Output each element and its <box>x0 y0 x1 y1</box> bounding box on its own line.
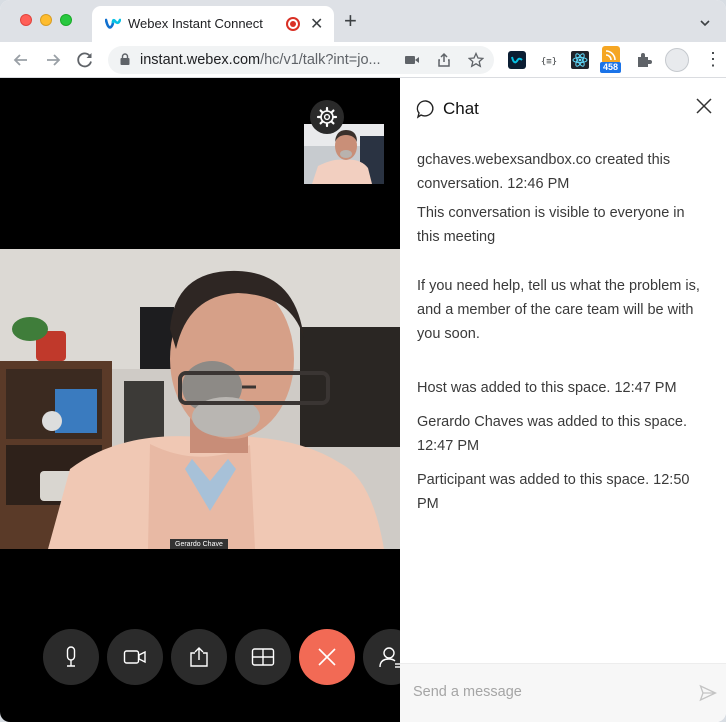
webex-logo-icon <box>105 18 121 29</box>
camera-in-use-icon[interactable] <box>404 52 420 68</box>
chat-message: This conversation is visible to everyone… <box>417 205 685 245</box>
minimize-window-button[interactable] <box>40 14 52 26</box>
close-chat-icon[interactable] <box>695 97 713 115</box>
gear-icon <box>316 106 338 128</box>
chat-bubble-icon <box>416 100 434 119</box>
profile-avatar[interactable] <box>665 48 689 72</box>
url-text: instant.webex.com/hc/v1/talk?int=jo... <box>140 52 381 68</box>
chat-message: Gerardo Chaves was added to this space. … <box>417 414 688 454</box>
mute-button[interactable] <box>43 629 99 685</box>
lock-icon <box>120 53 130 65</box>
extension-react-icon[interactable] <box>571 51 589 69</box>
browser-window: Webex Instant Connect ✕ + instant.webex.… <box>0 0 726 722</box>
new-tab-button[interactable]: + <box>344 10 357 32</box>
tab-search-chevron-icon[interactable] <box>698 16 712 30</box>
browser-menu-icon[interactable]: ⋮ <box>704 50 722 68</box>
video-toggle-button[interactable] <box>107 629 163 685</box>
bookmark-star-icon[interactable] <box>468 52 484 68</box>
back-arrow-icon[interactable] <box>10 49 32 71</box>
video-area: Gerardo Chave <box>0 78 419 722</box>
tab-close-icon[interactable]: ✕ <box>310 14 323 34</box>
layout-button[interactable] <box>235 629 291 685</box>
share-icon[interactable] <box>436 52 452 68</box>
browser-toolbar: instant.webex.com/hc/v1/talk?int=jo... {… <box>0 42 726 78</box>
share-screen-icon <box>190 647 208 667</box>
close-window-button[interactable] <box>20 14 32 26</box>
url-host: instant.webex.com <box>140 52 261 68</box>
maximize-window-button[interactable] <box>60 14 72 26</box>
close-icon <box>318 648 336 666</box>
layout-grid-icon <box>251 648 275 666</box>
end-call-button[interactable] <box>299 629 355 685</box>
extension-json-icon[interactable]: {≡} <box>540 51 558 69</box>
chat-message: Host was added to this space. 12:47 PM <box>417 380 677 396</box>
participant-name-tag: Gerardo Chave <box>170 539 228 549</box>
address-bar[interactable]: instant.webex.com/hc/v1/talk?int=jo... <box>108 46 494 74</box>
chat-message: If you need help, tell us what the probl… <box>417 278 700 342</box>
extensions-puzzle-icon[interactable] <box>635 51 653 69</box>
send-icon[interactable] <box>699 684 717 702</box>
forward-arrow-icon[interactable] <box>42 49 64 71</box>
extension-badge-count: 458 <box>600 62 622 73</box>
svg-text:{≡}: {≡} <box>541 57 557 67</box>
remote-video-frame <box>0 249 400 549</box>
recording-indicator-icon <box>286 17 300 31</box>
chat-message: gchaves.webexsandbox.co created this con… <box>417 152 671 192</box>
tab-webex[interactable]: Webex Instant Connect ✕ <box>92 6 334 42</box>
remote-video: Gerardo Chave <box>0 249 400 549</box>
chat-title: Chat <box>443 99 479 118</box>
extension-webex-icon[interactable] <box>508 51 526 69</box>
chat-panel: Chat gchaves.webexsandbox.co created thi… <box>400 78 726 722</box>
reload-icon[interactable] <box>74 49 96 71</box>
tab-title: Webex Instant Connect <box>128 16 263 31</box>
message-composer <box>400 663 726 722</box>
microphone-icon <box>66 646 76 667</box>
video-camera-icon <box>123 650 146 664</box>
chat-message: Participant was added to this space. 12:… <box>417 472 690 512</box>
settings-button[interactable] <box>310 100 344 134</box>
url-path: /hc/v1/talk?int=jo... <box>260 52 381 68</box>
tab-strip: Webex Instant Connect ✕ + <box>0 0 726 42</box>
message-input[interactable] <box>413 680 683 704</box>
share-screen-button[interactable] <box>171 629 227 685</box>
